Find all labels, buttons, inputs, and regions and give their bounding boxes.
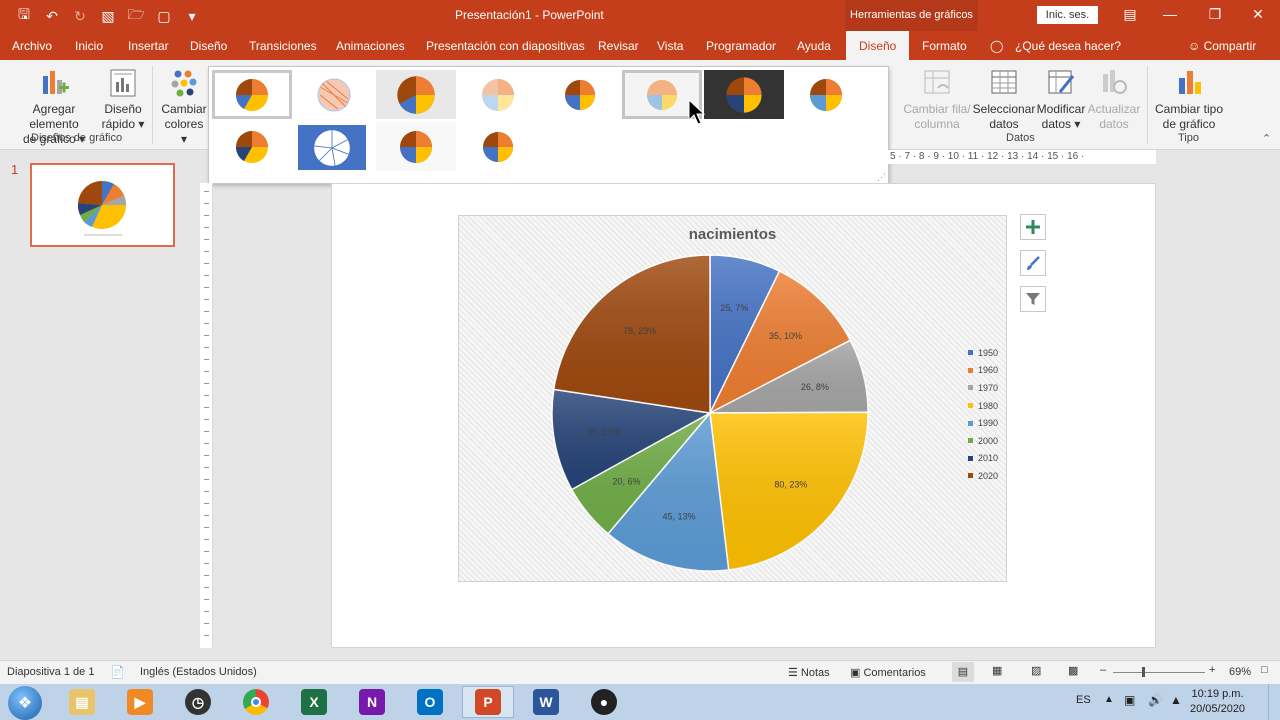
zoom-slider[interactable] (1113, 672, 1205, 673)
show-hidden-icons[interactable]: ▲ (1104, 694, 1114, 705)
obs-icon: ● (591, 689, 617, 715)
taskbar-word[interactable]: W (520, 686, 572, 718)
zoom-in-button[interactable]: + (1209, 664, 1215, 676)
legend-swatch-1970 (968, 385, 973, 391)
data-label-2010[interactable]: 36, 10% (587, 427, 620, 437)
paintbrush-icon (1027, 256, 1040, 270)
data-label-1950[interactable]: 25, 7% (720, 303, 748, 313)
legend-label-2010: 2010 (978, 453, 999, 464)
onenote-icon: N (359, 689, 385, 715)
start-button[interactable]: ❖ (8, 686, 42, 720)
slideshow-icon[interactable]: ▩ (1068, 664, 1078, 677)
chart-styles-button[interactable] (1020, 250, 1046, 276)
notes-button[interactable]: ☰ Notas (788, 666, 830, 679)
show-desktop-button[interactable] (1268, 684, 1280, 720)
status-bar: Diapositiva 1 de 1 📄 Inglés (Estados Uni… (0, 660, 1280, 684)
clock-date: 20/05/2020 (1190, 703, 1246, 715)
taskbar-chrome[interactable] (230, 686, 282, 718)
legend-label-1950: 1950 (978, 347, 999, 358)
chart-elements-button[interactable] (1020, 214, 1046, 240)
outlook-icon: O (417, 689, 443, 715)
slide-count: Diapositiva 1 de 1 (7, 666, 95, 678)
network-icon[interactable]: ▲ (1170, 693, 1182, 707)
legend-label-1960: 1960 (978, 365, 999, 376)
legend-label-2020: 2020 (978, 470, 999, 481)
legend-item-2010[interactable]: 2010 (968, 450, 998, 468)
legend-item-1970[interactable]: 1970 (968, 379, 998, 397)
data-label-2020[interactable]: 78, 23% (623, 326, 656, 336)
action-center-icon[interactable]: ▣ (1124, 693, 1135, 707)
taskbar-media-player[interactable]: ▶ (114, 686, 166, 718)
comments-label: Comentarios (863, 667, 926, 679)
fit-to-window-icon[interactable]: □ (1261, 664, 1268, 676)
folder-icon: ▤ (69, 689, 95, 715)
windows-taskbar: ❖ ▤ ▶ ◷ X N O P W ● ES ▲ ▣ 🔊 ▲ 10:19 p.m… (0, 684, 1280, 720)
taskbar-file-explorer[interactable]: ▤ (56, 686, 108, 718)
word-icon: W (533, 689, 559, 715)
taskbar-onenote[interactable]: N (346, 686, 398, 718)
legend-swatch-2010 (968, 455, 973, 461)
legend-swatch-2020 (968, 473, 973, 479)
data-label-1990[interactable]: 45, 13% (662, 511, 695, 521)
volume-icon[interactable]: 🔊 (1148, 693, 1163, 707)
legend-swatch-1950 (968, 350, 973, 356)
taskbar-clock[interactable]: 10:19 p.m. 20/05/2020 (1190, 687, 1245, 717)
chrome-icon (243, 689, 269, 715)
language-indicator[interactable]: Inglés (Estados Unidos) (140, 666, 257, 678)
legend-item-1960[interactable]: 1960 (968, 362, 998, 380)
spellcheck-icon[interactable]: 📄 (110, 665, 125, 679)
taskbar-obs[interactable]: ● (578, 686, 630, 718)
reading-view-icon[interactable]: ▨ (1031, 664, 1041, 677)
data-label-2000[interactable]: 20, 6% (612, 477, 640, 487)
taskbar-clock-app[interactable]: ◷ (172, 686, 224, 718)
plus-icon (1026, 220, 1040, 234)
data-label-1960[interactable]: 35, 10% (769, 331, 802, 341)
powerpoint-icon: P (475, 689, 501, 715)
legend-item-1950[interactable]: 1950 (968, 344, 998, 362)
legend-item-1980[interactable]: 1980 (968, 397, 998, 415)
legend-item-2020[interactable]: 2020 (968, 467, 998, 485)
zoom-level[interactable]: 69% (1229, 666, 1251, 678)
filter-icon (1026, 293, 1040, 305)
legend-item-1990[interactable]: 1990 (968, 414, 998, 432)
taskbar-outlook[interactable]: O (404, 686, 456, 718)
data-label-1980[interactable]: 80, 23% (774, 480, 807, 490)
legend-label-1970: 1970 (978, 382, 999, 393)
normal-view-icon[interactable]: ▤ (952, 662, 974, 682)
notes-icon: ☰ (788, 667, 801, 679)
taskbar-excel[interactable]: X (288, 686, 340, 718)
clock-time: 10:19 p.m. (1191, 688, 1244, 700)
legend-label-1980: 1980 (978, 400, 999, 411)
legend-swatch-2000 (968, 438, 973, 444)
comment-icon: ▣ (850, 667, 864, 679)
legend-label-2000: 2000 (978, 435, 999, 446)
input-language[interactable]: ES (1076, 694, 1091, 706)
zoom-out-button[interactable]: – (1100, 664, 1106, 676)
pie-chart[interactable]: 25, 7% 35, 10% 26, 8% 80, 23% 45, 13% 20, 6% 3… (0, 0, 1280, 720)
chart-filters-button[interactable] (1020, 286, 1046, 312)
legend-swatch-1960 (968, 367, 973, 373)
legend-item-2000[interactable]: 2000 (968, 432, 998, 450)
notes-label: Notas (800, 667, 830, 679)
media-player-icon: ▶ (127, 689, 153, 715)
slide-sorter-icon[interactable]: ▦ (992, 664, 1002, 677)
comments-button[interactable]: ▣ Comentarios (850, 666, 926, 679)
excel-icon: X (301, 689, 327, 715)
zoom-slider-thumb[interactable] (1142, 667, 1145, 677)
taskbar-powerpoint[interactable]: P (462, 686, 514, 718)
chart-legend[interactable]: 1950 1960 1970 1980 1990 2000 2010 2020 (968, 344, 998, 485)
legend-label-1990: 1990 (978, 418, 999, 429)
legend-swatch-1990 (968, 420, 973, 426)
data-label-1970[interactable]: 26, 8% (801, 382, 829, 392)
clock-app-icon: ◷ (185, 689, 211, 715)
windows-logo-icon: ❖ (17, 695, 33, 712)
legend-swatch-1980 (968, 403, 973, 409)
pie-slice-shading-1980 (710, 412, 869, 570)
